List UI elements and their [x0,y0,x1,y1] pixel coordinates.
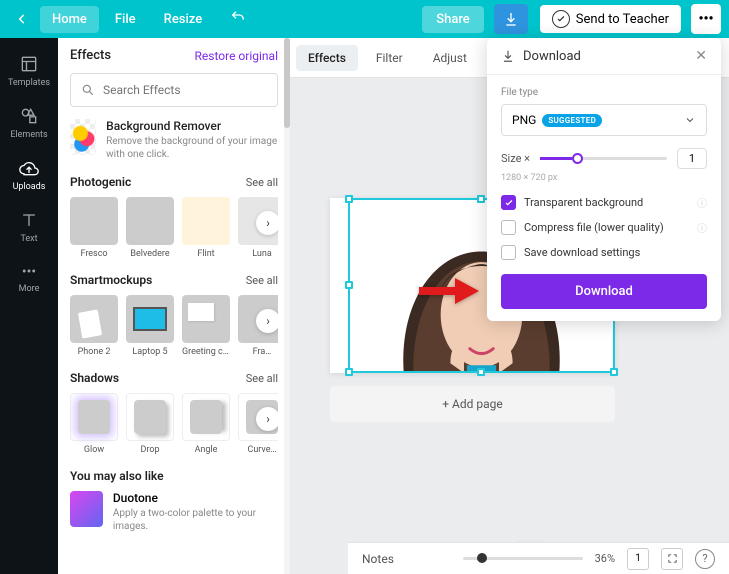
smartmockups-next[interactable]: › [256,309,278,333]
resize-handle[interactable] [345,281,353,289]
restore-original-link[interactable]: Restore original [195,49,278,63]
tab-effects[interactable]: Effects [296,45,358,71]
resize-handle[interactable] [345,368,353,376]
rail-more[interactable]: ••• More [0,254,58,302]
download-panel: Download ✕ File type PNG SUGGESTED Size … [487,38,721,321]
effect-flint[interactable]: Flint [182,197,230,259]
file-menu[interactable]: File [103,6,148,33]
photogenic-row: Fresco Belvedere Flint Luna › [70,197,278,259]
check-icon [504,198,514,208]
duotone-desc: Apply a two-color palette to your images… [113,507,278,533]
mockup-greeting[interactable]: Greeting car… [182,295,230,357]
shadow-angle[interactable]: Angle [182,393,230,455]
shadows-next[interactable]: › [256,407,278,431]
file-type-select[interactable]: PNG SUGGESTED [501,104,707,136]
shadow-drop[interactable]: Drop [126,393,174,455]
undo-button[interactable] [218,3,258,35]
dimensions-label: 1280 × 720 px [501,173,707,183]
close-download-button[interactable]: ✕ [695,48,707,64]
check-circle-icon [552,10,570,28]
panel-title: Effects [70,48,111,63]
rail-text[interactable]: Text [0,202,58,252]
shadow-glow[interactable]: Glow [70,393,118,455]
bg-remover-title: Background Remover [106,119,278,133]
help-button[interactable]: ? [695,549,715,569]
mockup-phone2[interactable]: Phone 2 [70,295,118,357]
notes-button[interactable]: Notes [362,552,394,566]
duotone-card[interactable]: Duotone Apply a two-color palette to you… [70,491,278,533]
top-bar: Home File Resize Share Send to Teacher •… [0,0,729,38]
more-menu-button[interactable]: ••• [691,4,721,34]
background-remover-card[interactable]: Background Remover Remove the background… [70,119,278,161]
rail-uploads[interactable]: Uploads [0,150,58,200]
smartmockups-title: Smartmockups [70,273,152,287]
rail-elements[interactable]: Elements [0,98,58,148]
resize-handle[interactable] [477,195,485,203]
bg-remover-desc: Remove the background of your image with… [106,135,278,161]
smartmockups-row: Phone 2 Laptop 5 Greeting car… Fra… › [70,295,278,357]
resize-menu[interactable]: Resize [152,6,215,33]
home-button[interactable]: Home [40,6,99,33]
rail-templates[interactable]: Templates [0,46,58,96]
photogenic-see-all[interactable]: See all [246,176,278,189]
tab-filter[interactable]: Filter [364,45,415,71]
file-type-value: PNG [512,113,536,127]
info-icon[interactable]: ⓘ [697,220,707,235]
file-type-label: File type [501,87,707,98]
transparent-bg-checkbox[interactable]: Transparent background ⓘ [501,195,707,210]
smartmockups-see-all[interactable]: See all [246,274,278,287]
download-icon [501,49,515,63]
shadows-title: Shadows [70,371,119,385]
tab-adjust[interactable]: Adjust [421,45,479,71]
size-slider[interactable] [540,157,667,160]
info-icon[interactable]: ⓘ [697,195,707,210]
search-input[interactable] [103,83,267,97]
size-label: Size × [501,152,530,165]
uploads-icon [19,158,39,178]
download-button[interactable]: Download [501,274,707,309]
effects-panel: Effects Restore original Background Remo… [58,38,290,574]
photogenic-title: Photogenic [70,175,131,189]
effect-belvedere[interactable]: Belvedere [126,197,174,259]
resize-handle[interactable] [345,195,353,203]
download-icon-button[interactable] [494,4,528,34]
duotone-thumb [70,491,103,527]
also-like-title: You may also like [70,469,164,483]
shadows-row: Glow Drop Angle Curve… › [70,393,278,455]
download-title: Download [523,49,581,64]
annotation-arrow [419,278,479,308]
duotone-title: Duotone [113,491,278,505]
share-button[interactable]: Share [422,6,484,33]
text-icon [19,210,39,230]
zoom-slider[interactable] [463,557,583,560]
size-value[interactable]: 1 [677,148,707,169]
back-button[interactable] [8,5,36,33]
photogenic-next[interactable]: › [256,211,278,235]
zoom-value[interactable]: 36% [595,552,615,565]
send-to-teacher-button[interactable]: Send to Teacher [540,5,681,33]
save-settings-checkbox[interactable]: Save download settings [501,245,707,260]
bottom-bar: Notes 36% 1 ? [348,542,729,574]
add-page-button[interactable]: + Add page [330,386,615,422]
more-dots-icon: ••• [22,264,36,280]
search-icon [81,83,95,97]
shadows-see-all[interactable]: See all [246,372,278,385]
chevron-down-icon [684,114,696,126]
resize-handle[interactable] [610,368,618,376]
effect-fresco[interactable]: Fresco [70,197,118,259]
templates-icon [19,54,39,74]
mockup-laptop5[interactable]: Laptop 5 [126,295,174,357]
search-effects[interactable] [70,73,278,107]
send-label: Send to Teacher [576,12,669,27]
resize-handle[interactable] [477,368,485,376]
bg-remover-thumb [70,119,96,155]
elements-icon [19,106,39,126]
side-rail: Templates Elements Uploads Text ••• More [0,38,58,574]
fullscreen-button[interactable] [661,548,683,570]
suggested-badge: SUGGESTED [542,114,602,127]
page-count-button[interactable]: 1 [627,548,649,570]
compress-checkbox[interactable]: Compress file (lower quality) ⓘ [501,220,707,235]
